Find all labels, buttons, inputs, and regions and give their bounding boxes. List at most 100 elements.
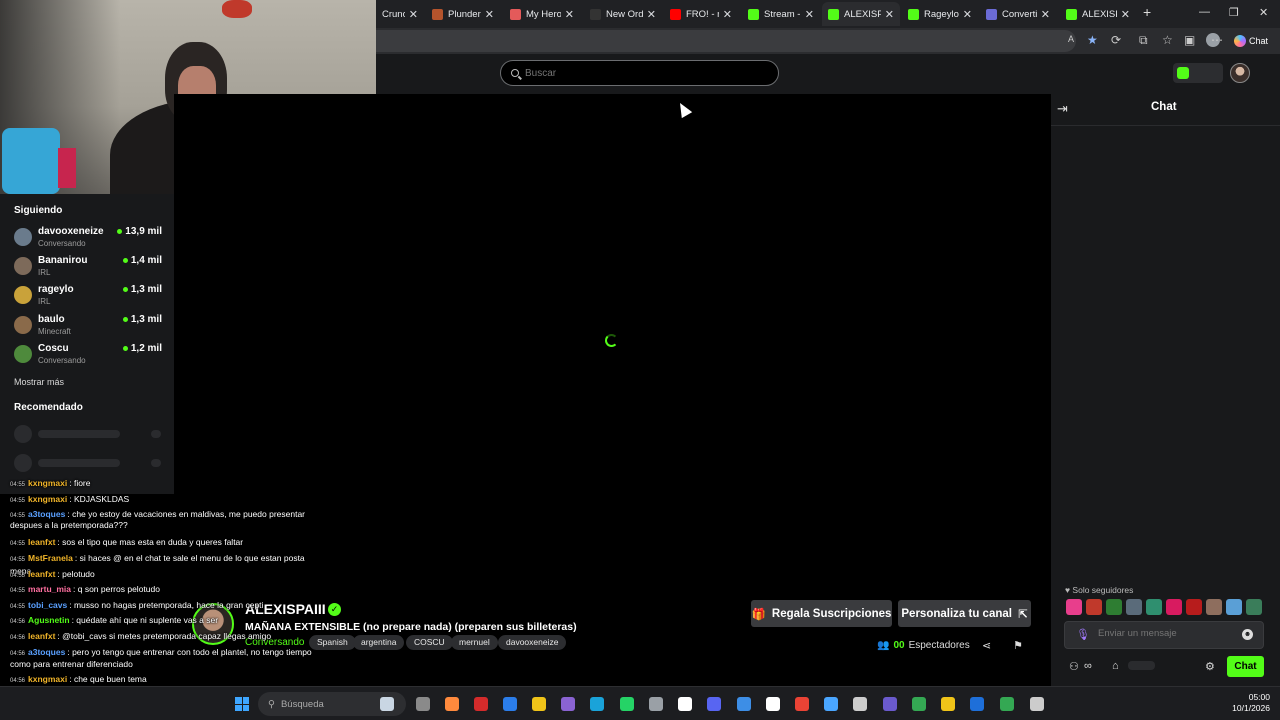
- close-tab-icon[interactable]: ✕: [963, 8, 972, 21]
- close-tab-icon[interactable]: ✕: [1121, 8, 1130, 21]
- taskbar-app-icon[interactable]: [503, 697, 517, 711]
- browser-tab[interactable]: Crunchyroll ✕: [376, 2, 424, 26]
- follow-user-icon[interactable]: ⚑: [1013, 639, 1023, 652]
- emote-icon[interactable]: [1206, 599, 1222, 615]
- send-chat-button[interactable]: Chat: [1227, 656, 1264, 677]
- read-aloud-icon[interactable]: A: [1068, 34, 1074, 44]
- share-icon[interactable]: ⋖: [982, 639, 991, 652]
- microphone-icon[interactable]: 🎙: [1076, 628, 1090, 641]
- browser-tab[interactable]: New Order ✕: [584, 2, 662, 26]
- rewards-toggle[interactable]: [1173, 63, 1223, 83]
- address-bar[interactable]: [376, 30, 1076, 52]
- customize-channel-button[interactable]: Personaliza tu canal ⇱: [898, 600, 1031, 627]
- stream-tag[interactable]: argentina: [353, 635, 405, 650]
- taskbar-app-icon[interactable]: [1000, 697, 1014, 711]
- search-icon: [511, 69, 519, 77]
- close-tab-icon[interactable]: ✕: [485, 8, 494, 21]
- browser-tab[interactable]: Rageylo - T ✕: [902, 2, 978, 26]
- recommended-title: Recomendado: [14, 402, 83, 413]
- stream-tag[interactable]: davooxeneize: [498, 635, 567, 650]
- taskbar-app-icon[interactable]: [445, 697, 459, 711]
- taskbar-app-icon[interactable]: [883, 697, 897, 711]
- taskbar-app-icon[interactable]: [590, 697, 604, 711]
- emote-icon[interactable]: [1066, 599, 1082, 615]
- collapse-chat-icon[interactable]: ⇥: [1057, 101, 1068, 117]
- more-menu-icon[interactable]: ⋯: [1211, 33, 1223, 47]
- taskbar-app-icon[interactable]: [561, 697, 575, 711]
- following-channel-item[interactable]: Bananirou IRL 1,4 mil: [14, 254, 166, 282]
- store-icon[interactable]: ⌂: [1112, 660, 1119, 672]
- taskbar-clock[interactable]: 05:00 10/1/2026: [1222, 692, 1270, 714]
- close-tab-icon[interactable]: ✕: [647, 8, 656, 21]
- favorite-star-icon[interactable]: ★: [1087, 33, 1098, 47]
- taskbar-app-icon[interactable]: [824, 697, 838, 711]
- maximize-icon[interactable]: ❐: [1229, 6, 1239, 19]
- browser-tab[interactable]: My Hero Ac ✕: [504, 2, 580, 26]
- following-channel-item[interactable]: rageylo IRL 1,3 mil: [14, 283, 166, 311]
- emoji-picker-icon[interactable]: ☻: [1242, 629, 1253, 640]
- favorites-icon[interactable]: ☆: [1162, 33, 1173, 47]
- following-channel-item[interactable]: baulo Minecraft 1,3 mil: [14, 313, 166, 341]
- emote-icon[interactable]: [1226, 599, 1242, 615]
- stream-tag[interactable]: COSCU: [406, 635, 453, 650]
- gift-subscriptions-button[interactable]: 🎁 Regala Suscripciones: [751, 600, 892, 627]
- emote-icon[interactable]: [1146, 599, 1162, 615]
- settings-gear-icon[interactable]: ⚙: [1205, 660, 1215, 673]
- close-tab-icon[interactable]: ✕: [723, 8, 732, 21]
- following-channel-item[interactable]: davooxeneize Conversando 13,9 mil: [14, 225, 166, 253]
- taskbar-app-icon[interactable]: [737, 697, 751, 711]
- taskbar-app-icon[interactable]: [912, 697, 926, 711]
- taskbar-app-icon[interactable]: [380, 697, 394, 711]
- emote-icon[interactable]: [1106, 599, 1122, 615]
- taskbar-app-icon[interactable]: [649, 697, 663, 711]
- minimize-icon[interactable]: —: [1199, 6, 1210, 18]
- browser-tab[interactable]: Convertido ✕: [980, 2, 1056, 26]
- emote-icon[interactable]: [1246, 599, 1262, 615]
- browser-tab[interactable]: ALEXISPAIII ✕: [1060, 2, 1136, 26]
- refresh-icon[interactable]: ⟳: [1111, 33, 1121, 47]
- chat-message-input[interactable]: [1098, 628, 1228, 639]
- taskbar-app-icon[interactable]: [766, 697, 780, 711]
- browser-tab[interactable]: Plunderer (I ✕: [426, 2, 500, 26]
- taskbar-app-icon[interactable]: [1030, 697, 1044, 711]
- close-tab-icon[interactable]: ✕: [885, 8, 894, 21]
- stream-tag[interactable]: mernuel: [451, 635, 498, 650]
- show-more-link[interactable]: Mostrar más: [14, 377, 64, 387]
- following-channel-item[interactable]: Coscu Conversando 1,2 mil: [14, 342, 166, 370]
- taskbar-app-icon[interactable]: [970, 697, 984, 711]
- copilot-button[interactable]: Chat: [1234, 33, 1274, 49]
- windows-start-icon[interactable]: [235, 697, 249, 711]
- taskbar-app-icon[interactable]: [678, 697, 692, 711]
- live-dot-icon: [122, 346, 128, 351]
- close-tab-icon[interactable]: ✕: [565, 8, 574, 21]
- collections-icon[interactable]: ▣: [1184, 33, 1195, 47]
- taskbar-app-icon[interactable]: [707, 697, 721, 711]
- close-window-icon[interactable]: ✕: [1259, 6, 1268, 19]
- search-bar[interactable]: [500, 60, 779, 86]
- browser-tab-active[interactable]: ALEXISPAIII ✕: [822, 2, 900, 26]
- browser-tab[interactable]: Stream - Ki ✕: [742, 2, 820, 26]
- emote-icon[interactable]: [1086, 599, 1102, 615]
- taskbar-app-icon[interactable]: [853, 697, 867, 711]
- taskbar-app-icon[interactable]: [620, 697, 634, 711]
- taskbar-app-icon[interactable]: [474, 697, 488, 711]
- link-icon[interactable]: ∞: [1084, 660, 1092, 672]
- emote-icon[interactable]: [1126, 599, 1142, 615]
- chat-message-text: : sos el tipo que mas esta en duda y que…: [57, 537, 244, 547]
- user-avatar[interactable]: [1230, 63, 1250, 83]
- taskbar-app-icon[interactable]: [941, 697, 955, 711]
- chat-message-text: : che que buen tema: [69, 674, 147, 684]
- taskbar-app-icon[interactable]: [416, 697, 430, 711]
- channel-points-icon[interactable]: ⚇: [1069, 660, 1079, 673]
- emote-icon[interactable]: [1166, 599, 1182, 615]
- close-tab-icon[interactable]: ✕: [1041, 8, 1050, 21]
- taskbar-app-icon[interactable]: [795, 697, 809, 711]
- search-input[interactable]: [525, 67, 755, 79]
- new-tab-icon[interactable]: +: [1143, 4, 1151, 20]
- browser-tab[interactable]: FRO! - nick ✕: [664, 2, 738, 26]
- emote-icon[interactable]: [1186, 599, 1202, 615]
- taskbar-app-icon[interactable]: [532, 697, 546, 711]
- close-tab-icon[interactable]: ✕: [409, 8, 418, 21]
- close-tab-icon[interactable]: ✕: [805, 8, 814, 21]
- extensions-icon[interactable]: ⧉: [1139, 33, 1148, 48]
